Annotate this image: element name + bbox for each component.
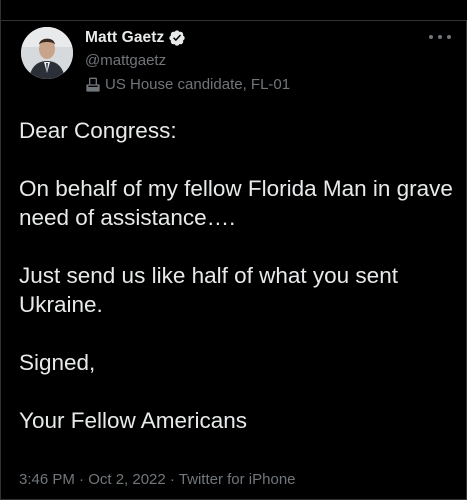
tweet-timestamp[interactable]: 3:46 PM · Oct 2, 2022 · Twitter for iPho… (19, 471, 296, 488)
tweet-paragraph: On behalf of my fellow Florida Man in gr… (19, 176, 453, 230)
tweet-card: Matt Gaetz @mattgaetz US House candidate… (0, 0, 467, 500)
verified-badge-icon (169, 30, 186, 46)
tweet-paragraph: Your Fellow Americans (19, 408, 248, 433)
ballot-box-icon (86, 77, 100, 92)
candidate-label: US House candidate, FL-01 (105, 76, 291, 93)
tweet-paragraph: Just send us like half of what you sent … (19, 263, 398, 317)
more-dot (429, 35, 433, 39)
tweet-paragraph: Signed, (19, 350, 96, 375)
avatar[interactable] (21, 27, 73, 79)
author-handle[interactable]: @mattgaetz (85, 52, 166, 69)
top-divider (1, 0, 467, 21)
avatar-photo (21, 27, 73, 79)
author-name-row: Matt Gaetz (85, 28, 186, 48)
candidate-label-row: US House candidate, FL-01 (85, 76, 290, 93)
more-dot (438, 35, 442, 39)
more-options-icon[interactable] (429, 30, 451, 44)
tweet-text: Dear Congress: On behalf of my fellow Fl… (19, 116, 459, 435)
more-dot (447, 35, 451, 39)
tweet-paragraph: Dear Congress: (19, 118, 177, 143)
author-name[interactable]: Matt Gaetz (85, 29, 164, 47)
